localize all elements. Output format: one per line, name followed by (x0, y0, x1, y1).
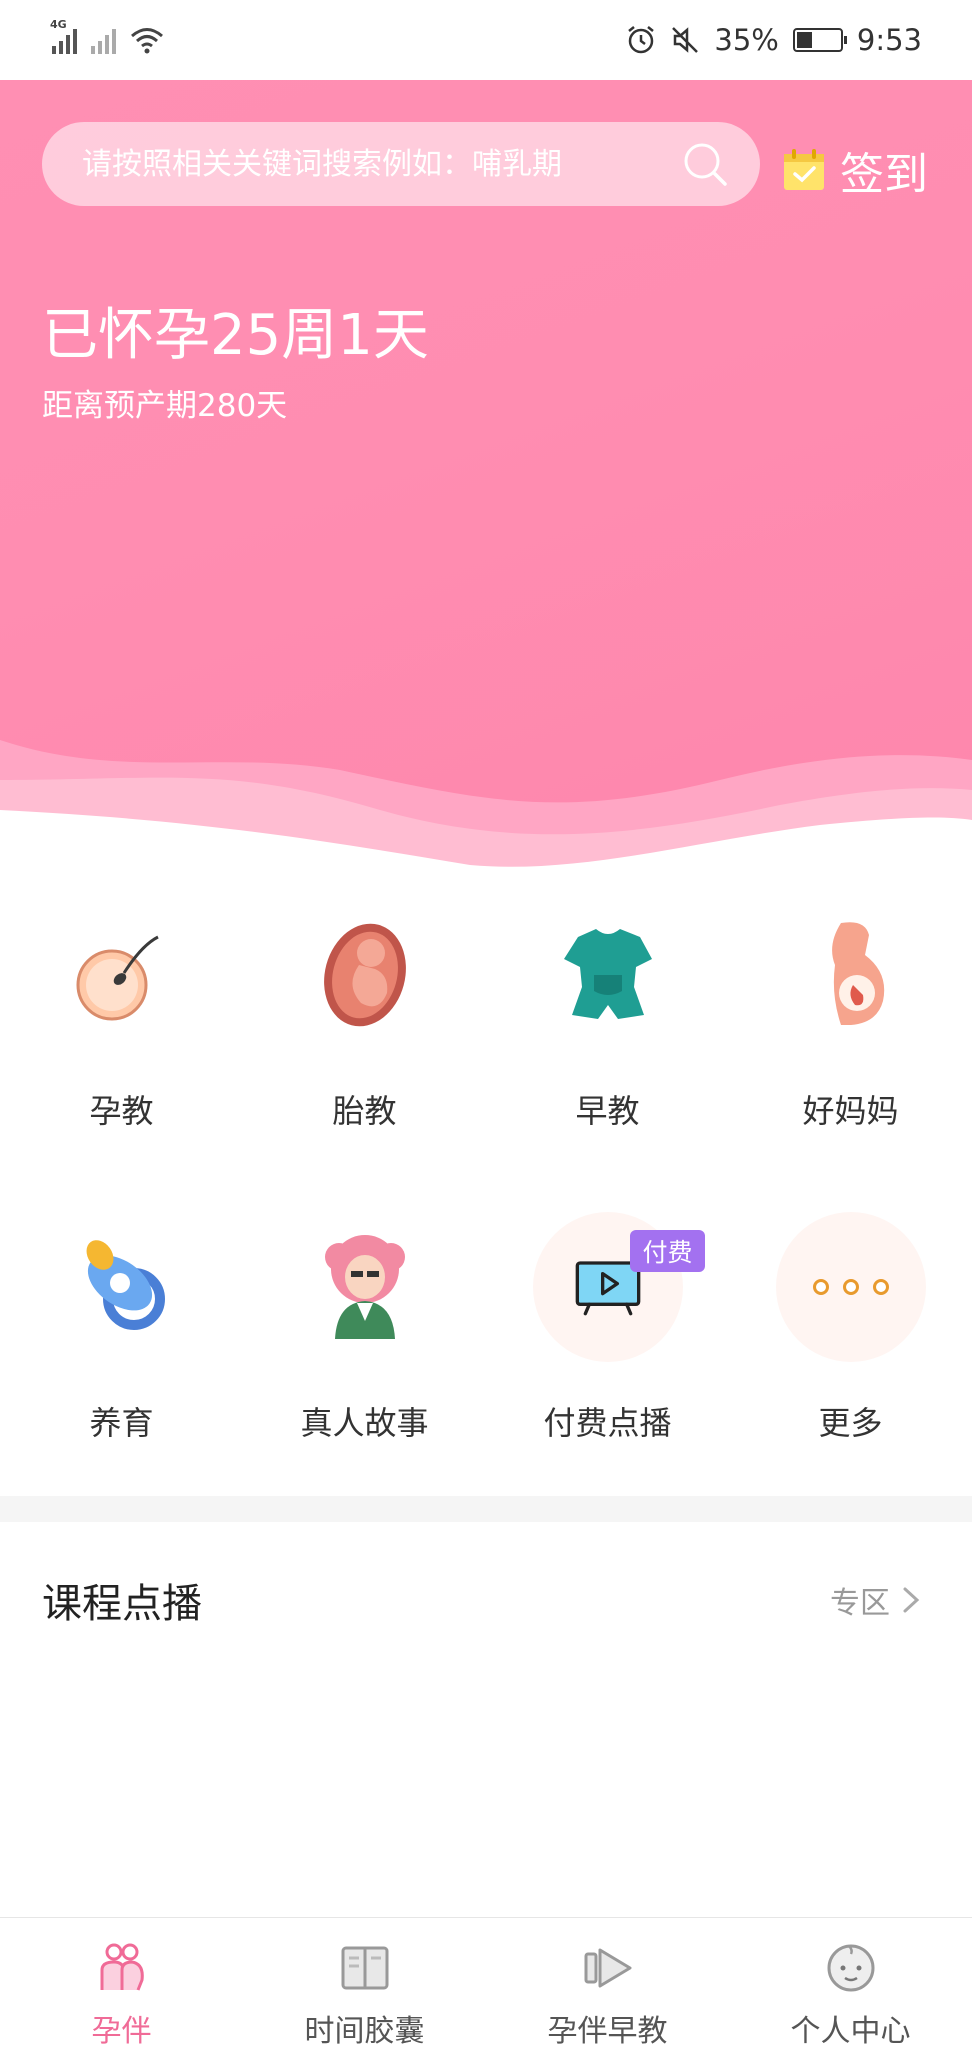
checkin-label: 签到 (840, 149, 928, 200)
course-vod-section-header: 课程点播 专区 (0, 1560, 972, 1640)
fetus-icon (290, 900, 440, 1050)
more-dots-icon (775, 1212, 926, 1362)
alarm-icon (628, 26, 655, 54)
grid-item-haomama[interactable]: 好妈妈 (729, 900, 972, 1160)
section-more-label: 专区 (830, 1586, 890, 1621)
clock-time: 9:53 (856, 23, 922, 57)
signal-off-icon (91, 26, 116, 54)
book-icon (341, 1946, 388, 1990)
battery-icon (792, 28, 847, 52)
play-icon (584, 1948, 631, 1988)
pregnant-belly-icon (776, 900, 926, 1050)
nav-label: 孕伴早教 (547, 2014, 668, 2049)
grid-item-label: 养育 (89, 1404, 154, 1442)
nav-item-personal-center[interactable]: 个人中心 (729, 1918, 972, 2052)
status-left: 4G (50, 18, 164, 55)
section-title: 课程点播 (42, 1581, 202, 1627)
search-input[interactable] (82, 146, 680, 182)
hero-header: 签到 已怀孕25周1天 距离预产期280天 (0, 80, 972, 880)
grid-item-yangyu[interactable]: 养育 (0, 1212, 243, 1472)
section-divider (0, 1496, 972, 1522)
girl-avatar-icon (290, 1212, 440, 1362)
grid-item-more[interactable]: 更多 (729, 1212, 972, 1472)
egg-sperm-icon (47, 900, 197, 1050)
status-right: 35% 9:53 (626, 23, 922, 57)
status-bar: 4G 35% 9:53 (0, 0, 972, 80)
grid-item-taijiao[interactable]: 胎教 (243, 900, 486, 1160)
nav-label: 孕伴 (91, 2014, 152, 2049)
grid-item-zaojiao[interactable]: 早教 (486, 900, 729, 1160)
search-bar[interactable] (42, 122, 760, 206)
battery-fill (796, 32, 812, 48)
feature-row-1: 孕教 胎教 早教 好妈妈 (0, 900, 972, 1160)
pregnancy-week-title: 已怀孕25周1天 (42, 303, 429, 368)
grid-item-label: 好妈妈 (802, 1092, 899, 1130)
signal-icon: 4G (50, 18, 77, 54)
grid-item-label: 胎教 (332, 1092, 397, 1130)
hero-wave-decoration (0, 740, 972, 880)
grid-item-label: 早教 (575, 1092, 640, 1130)
grid-item-label: 付费点播 (543, 1404, 672, 1442)
battery-percent: 35% (714, 23, 779, 57)
baby-onesie-icon (533, 900, 683, 1050)
network-type-label: 4G (50, 18, 67, 31)
mute-icon (672, 27, 699, 53)
calendar-check-icon (784, 149, 824, 190)
nav-label: 时间胶囊 (304, 2014, 425, 2049)
nav-item-time-capsule[interactable]: 时间胶囊 (243, 1918, 486, 2052)
section-more-link[interactable]: 专区 (830, 1578, 922, 1622)
search-icon[interactable] (680, 139, 730, 189)
nav-label: 个人中心 (790, 2014, 911, 2049)
due-date-countdown: 距离预产期280天 (42, 388, 288, 424)
grid-item-paid-vod[interactable]: 付费 付费点播 (486, 1212, 729, 1472)
bottom-nav: 孕伴 时间胶囊 孕伴早教 个人中心 (0, 1917, 972, 2052)
grid-item-label: 真人故事 (300, 1404, 429, 1442)
nav-item-yunban[interactable]: 孕伴 (0, 1918, 243, 2052)
tv-play-icon: 付费 (532, 1212, 705, 1362)
paid-badge: 付费 (630, 1230, 705, 1272)
baby-face-icon (827, 1944, 874, 1992)
dots (812, 1279, 889, 1295)
chevron-right-icon (903, 1587, 920, 1613)
feature-row-2: 养育 真人故事 付费 付费点播 更多 (0, 1212, 972, 1472)
grid-item-real-stories[interactable]: 真人故事 (243, 1212, 486, 1472)
checkin-button[interactable]: 签到 (782, 138, 928, 202)
couple-icon (100, 1943, 144, 1991)
grid-item-yunjiao[interactable]: 孕教 (0, 900, 243, 1160)
pacifier-icon (47, 1212, 197, 1362)
nav-item-early-education[interactable]: 孕伴早教 (486, 1918, 729, 2052)
grid-item-label: 孕教 (89, 1092, 154, 1130)
wifi-icon (131, 28, 163, 54)
grid-item-label: 更多 (818, 1404, 883, 1442)
